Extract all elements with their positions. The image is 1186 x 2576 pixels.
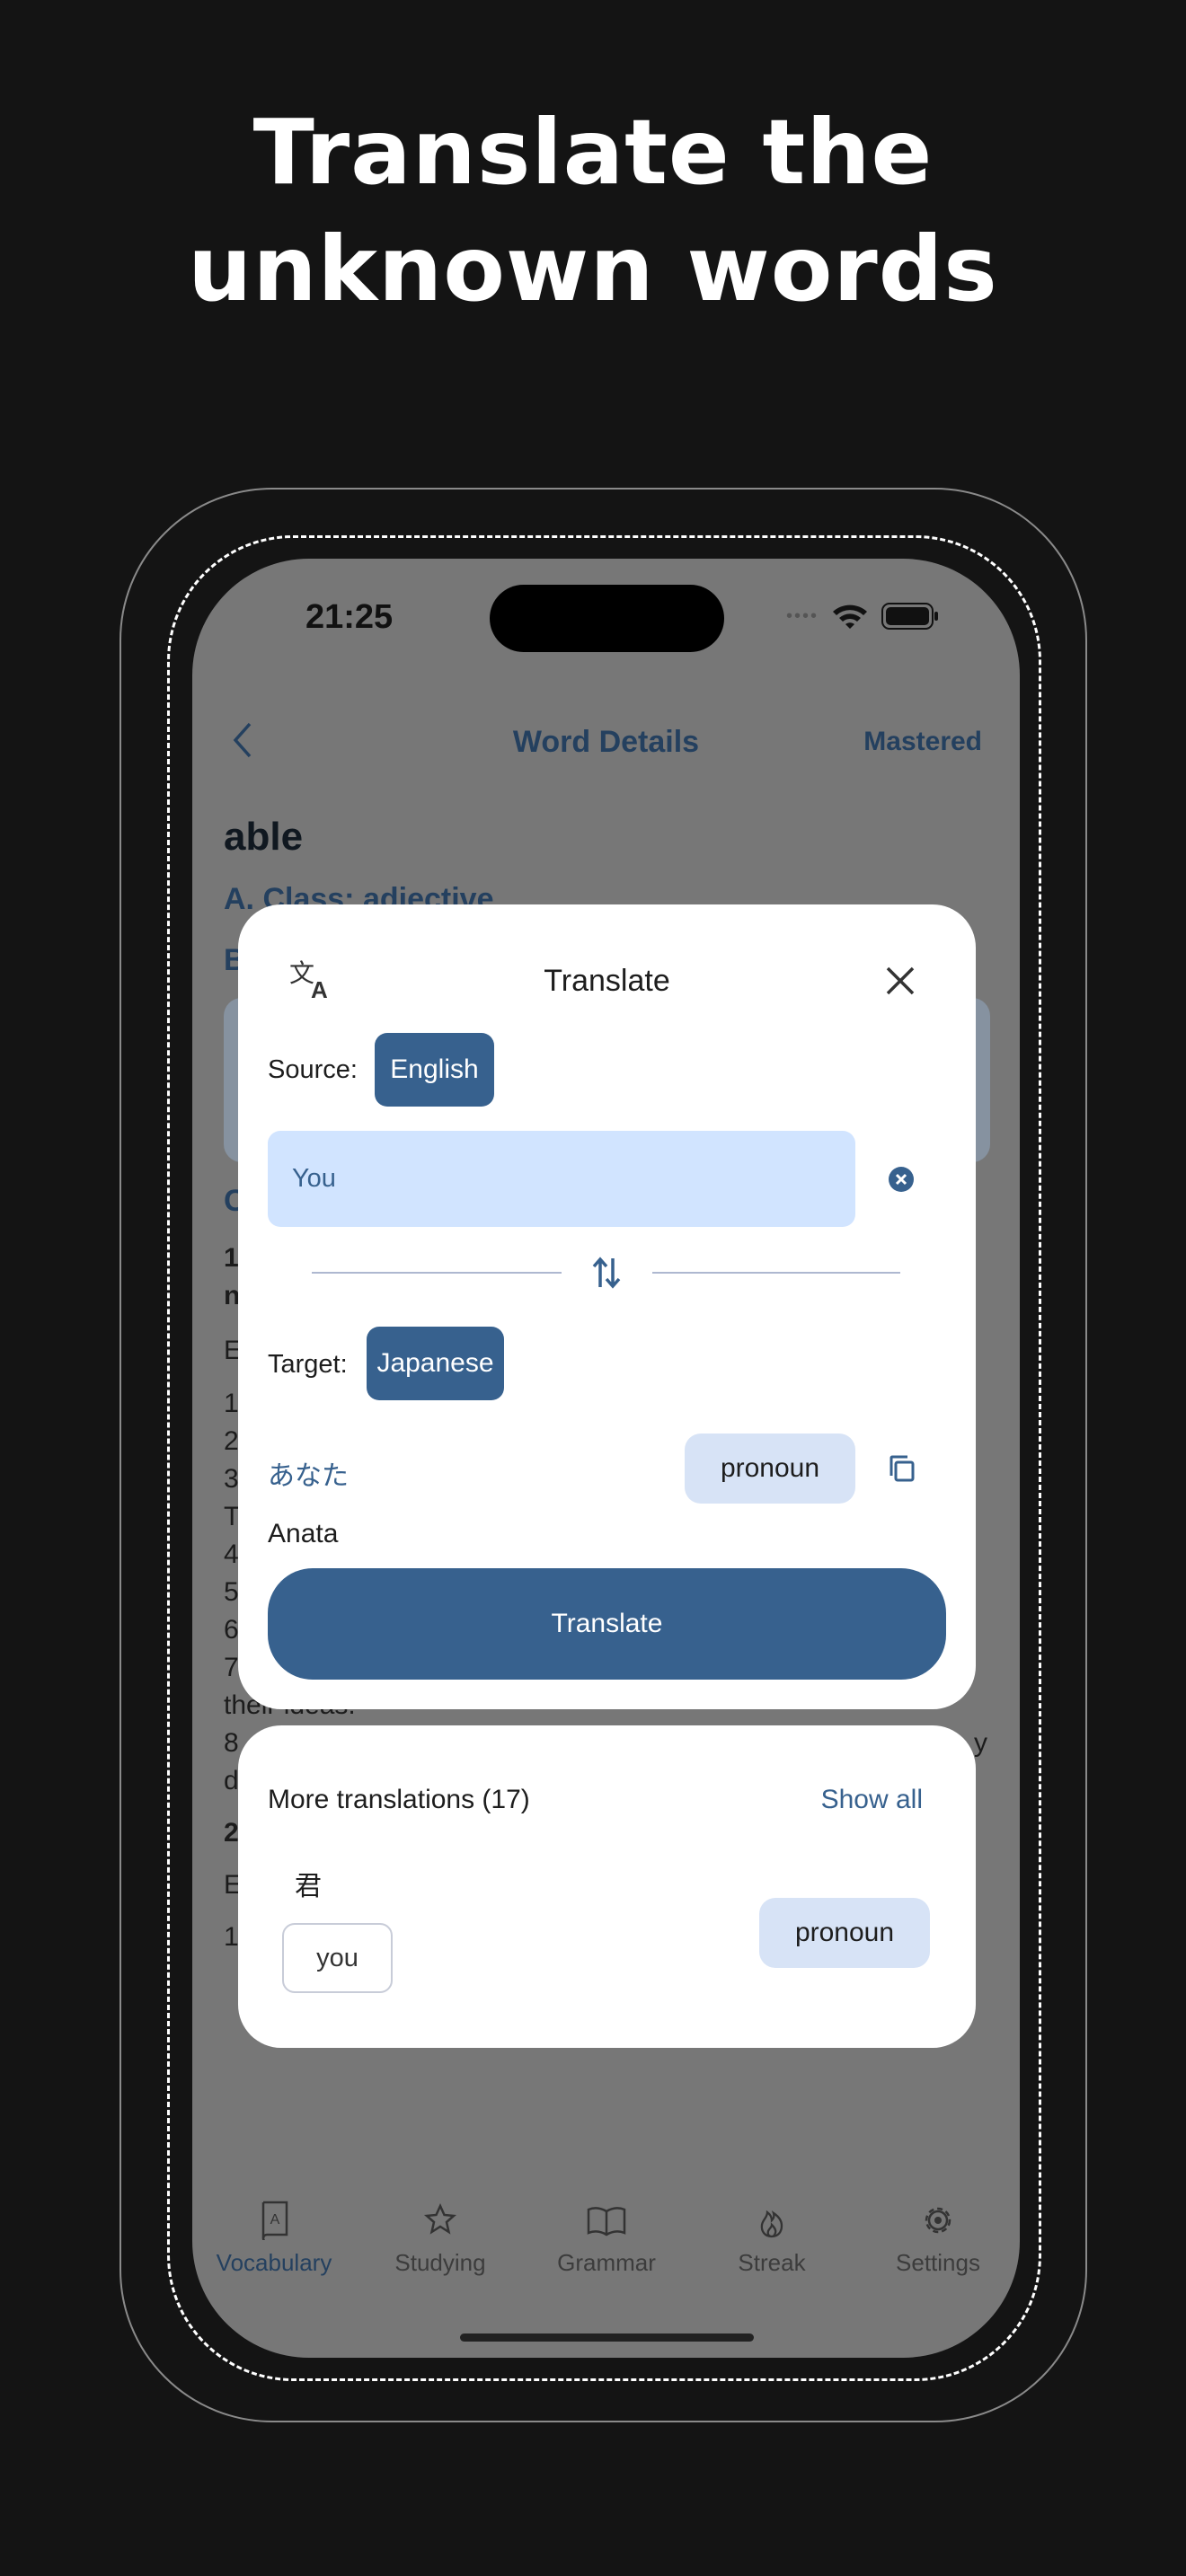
- open-book-icon: [587, 2207, 626, 2236]
- divider-left: [312, 1272, 562, 1274]
- headline-line-2: unknown words: [188, 216, 998, 322]
- bg-text: 4: [224, 1539, 239, 1569]
- flame-icon: [760, 2210, 783, 2238]
- divider-right: [652, 1272, 900, 1274]
- bg-text: 1: [224, 1922, 239, 1952]
- tab-label: Settings: [896, 2249, 980, 2276]
- tab-vocabulary[interactable]: A Vocabulary: [193, 2201, 355, 2277]
- star-icon: [423, 2202, 457, 2235]
- source-text-input[interactable]: You: [268, 1131, 855, 1227]
- bg-text: 1: [224, 1243, 239, 1273]
- alt-meaning-chip[interactable]: you: [282, 1923, 393, 1993]
- target-label: Target:: [268, 1350, 348, 1379]
- more-translations-title: More translations (17): [268, 1785, 530, 1814]
- part-of-speech-chip: pronoun: [685, 1434, 855, 1504]
- headline: Translate the unknown words: [0, 94, 1186, 328]
- source-label: Source:: [268, 1055, 358, 1084]
- show-all-link[interactable]: Show all: [821, 1785, 923, 1815]
- more-translations-card: More translations (17) Show all 君 you pr…: [238, 1725, 976, 2048]
- swap-languages-icon[interactable]: [591, 1255, 622, 1291]
- wifi-icon: [833, 604, 867, 629]
- status-time: 21:25: [305, 598, 394, 636]
- romanization: Anata: [268, 1519, 339, 1548]
- tab-settings[interactable]: Settings: [857, 2201, 1019, 2277]
- alt-translation-word: 君: [295, 1871, 322, 1902]
- tab-streak[interactable]: Streak: [691, 2201, 853, 2277]
- headline-line-1: Translate the: [252, 100, 934, 205]
- status-icons: ••••: [786, 602, 939, 631]
- bg-text: 3: [224, 1464, 239, 1494]
- tab-studying[interactable]: Studying: [359, 2201, 521, 2277]
- bg-text: 2: [224, 1426, 239, 1456]
- tab-label: Grammar: [557, 2249, 656, 2276]
- bg-text: 5: [224, 1577, 239, 1607]
- dynamic-island: [490, 585, 724, 652]
- bg-text: 2: [224, 1818, 239, 1848]
- bg-text: 8: [224, 1728, 239, 1758]
- tab-label: Streak: [738, 2249, 806, 2276]
- gear-icon: [925, 2207, 951, 2234]
- target-language-button[interactable]: Japanese: [367, 1327, 504, 1400]
- battery-icon: [881, 603, 938, 630]
- svg-text:A: A: [270, 2212, 280, 2228]
- bg-text: d: [224, 1766, 239, 1795]
- tab-label: Vocabulary: [216, 2249, 332, 2276]
- translate-dialog: 文 A Translate Source: English You Target…: [238, 904, 976, 1709]
- close-icon[interactable]: [885, 966, 916, 996]
- clear-input-icon[interactable]: [888, 1166, 915, 1193]
- translation-result: あなた: [268, 1460, 349, 1492]
- bg-text: 1: [224, 1389, 239, 1418]
- source-language-button[interactable]: English: [375, 1033, 494, 1107]
- alt-part-of-speech-chip: pronoun: [759, 1898, 930, 1968]
- mastered-button[interactable]: Mastered: [863, 727, 982, 757]
- dialog-title: Translate: [544, 964, 670, 998]
- translate-button[interactable]: Translate: [268, 1568, 946, 1680]
- vocabulary-book-icon: A: [261, 2201, 288, 2240]
- tab-label: Studying: [394, 2249, 486, 2276]
- bg-text: 7: [224, 1653, 239, 1682]
- word-title: able: [224, 815, 304, 859]
- tab-grammar[interactable]: Grammar: [526, 2201, 687, 2277]
- home-indicator[interactable]: [460, 2333, 754, 2342]
- bg-text: y: [974, 1728, 987, 1758]
- signal-icon: ••••: [785, 605, 819, 626]
- bg-text: 6: [224, 1615, 239, 1645]
- copy-icon[interactable]: [889, 1454, 916, 1483]
